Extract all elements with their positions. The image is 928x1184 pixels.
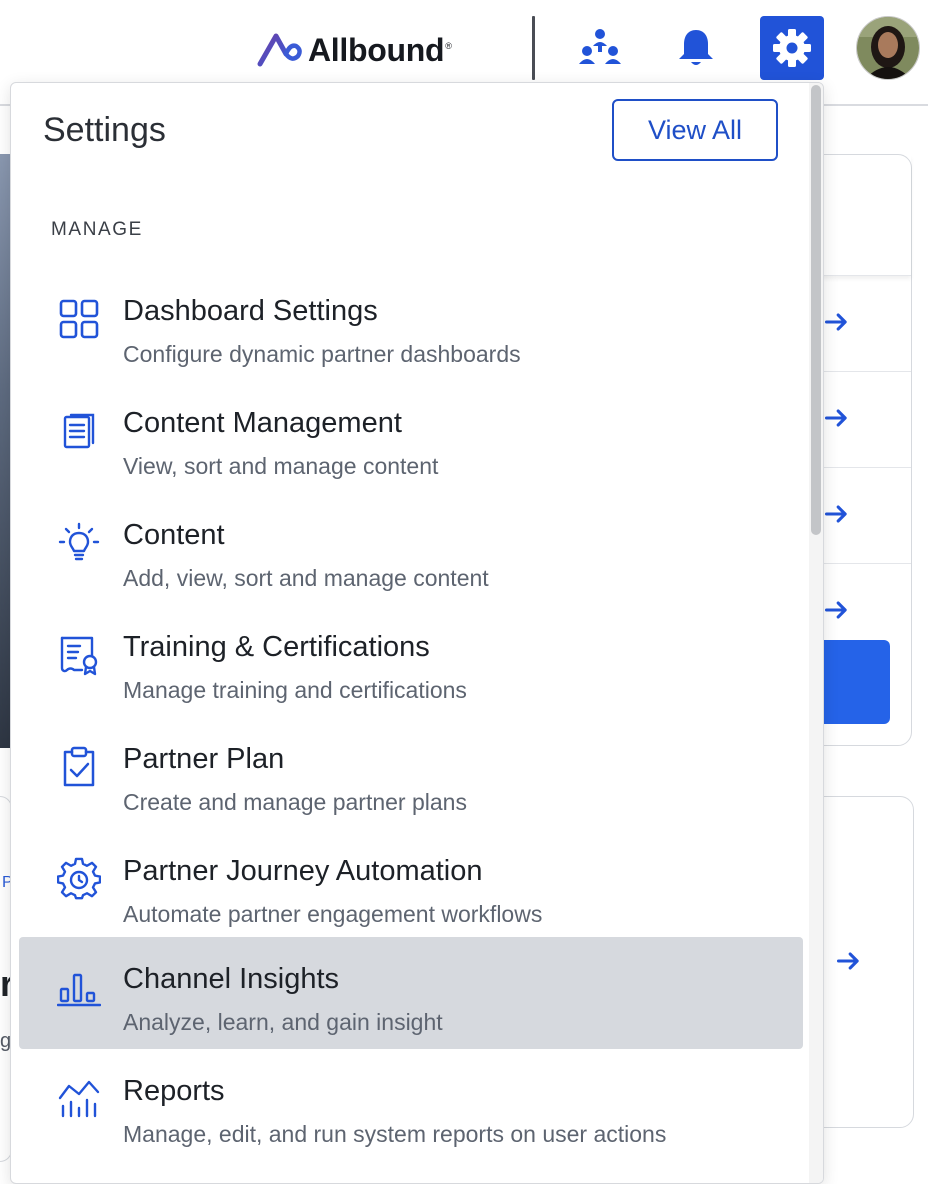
menu-item-partner-journey-automation[interactable]: Partner Journey Automation Automate part… (19, 829, 803, 941)
menu-item-title: Training & Certifications (123, 631, 430, 663)
menu-item-description: Automate partner engagement workflows (123, 901, 543, 927)
menu-item-reports[interactable]: Reports Manage, edit, and run system rep… (19, 1049, 803, 1161)
avatar-photo-icon (857, 17, 919, 79)
partners-icon (579, 29, 621, 64)
menu-item-dashboard-settings[interactable]: Dashboard Settings Configure dynamic par… (19, 269, 803, 381)
arrow-right-icon (824, 313, 847, 331)
notifications-button[interactable] (664, 16, 728, 80)
menu-item-description: Create and manage partner plans (123, 789, 467, 815)
menu-item-title: Partner Journey Automation (123, 855, 483, 887)
menu-item-title: Channel Insights (123, 963, 340, 995)
gear-icon (773, 29, 811, 67)
menu-item-title: Dashboard Settings (123, 295, 378, 327)
brand-name: Allbound® (308, 31, 452, 68)
settings-button[interactable] (760, 16, 824, 80)
menu-item-title: Partner Plan (123, 743, 285, 775)
menu-item-channel-insights[interactable]: Channel Insights Analyze, learn, and gai… (19, 937, 803, 1049)
dashboard-grid-icon (57, 297, 101, 341)
certificate-icon (57, 633, 101, 677)
arrow-right-icon (824, 601, 847, 619)
menu-item-description: Configure dynamic partner dashboards (123, 341, 521, 367)
clipboard-check-icon (57, 745, 101, 789)
allbound-logo-icon (257, 33, 302, 67)
reports-icon (57, 1077, 101, 1121)
arrow-right-icon[interactable] (835, 947, 863, 975)
menu-item-title: Reports (123, 1075, 225, 1107)
menu-item-description: Add, view, sort and manage content (123, 565, 489, 591)
brand-logo[interactable]: Allbound® (256, 30, 452, 70)
bar-chart-icon (57, 965, 101, 1009)
settings-title: Settings (43, 111, 166, 149)
settings-dropdown: Settings View All MANAGE Dashboard Setti… (10, 82, 824, 1184)
menu-item-description: View, sort and manage content (123, 453, 439, 479)
document-icon (57, 409, 101, 453)
menu-item-content-management[interactable]: Content Management View, sort and manage… (19, 381, 803, 493)
gear-cycle-icon (57, 857, 101, 901)
user-avatar[interactable] (856, 16, 920, 80)
menu-item-title: Content Management (123, 407, 402, 439)
arrow-right-icon (824, 505, 847, 523)
partners-button[interactable] (568, 16, 632, 80)
menu-item-partner-plan[interactable]: Partner Plan Create and manage partner p… (19, 717, 803, 829)
menu-item-content[interactable]: Content Add, view, sort and manage conte… (19, 493, 803, 605)
header-divider (532, 16, 535, 80)
bell-icon (679, 30, 713, 65)
menu-item-training-certifications[interactable]: Training & Certifications Manage trainin… (19, 605, 803, 717)
section-label-manage: MANAGE (51, 219, 143, 240)
menu-item-description: Manage training and certifications (123, 677, 467, 703)
menu-item-title: Content (123, 519, 225, 551)
arrow-right-icon (824, 409, 847, 427)
scrollbar-thumb[interactable] (811, 85, 821, 535)
background-hero-image (0, 154, 10, 748)
view-all-button[interactable]: View All (612, 99, 778, 161)
menu-item-description: Manage, edit, and run system reports on … (123, 1121, 667, 1147)
menu-item-description: Analyze, learn, and gain insight (123, 1009, 443, 1035)
lightbulb-icon (57, 521, 101, 565)
